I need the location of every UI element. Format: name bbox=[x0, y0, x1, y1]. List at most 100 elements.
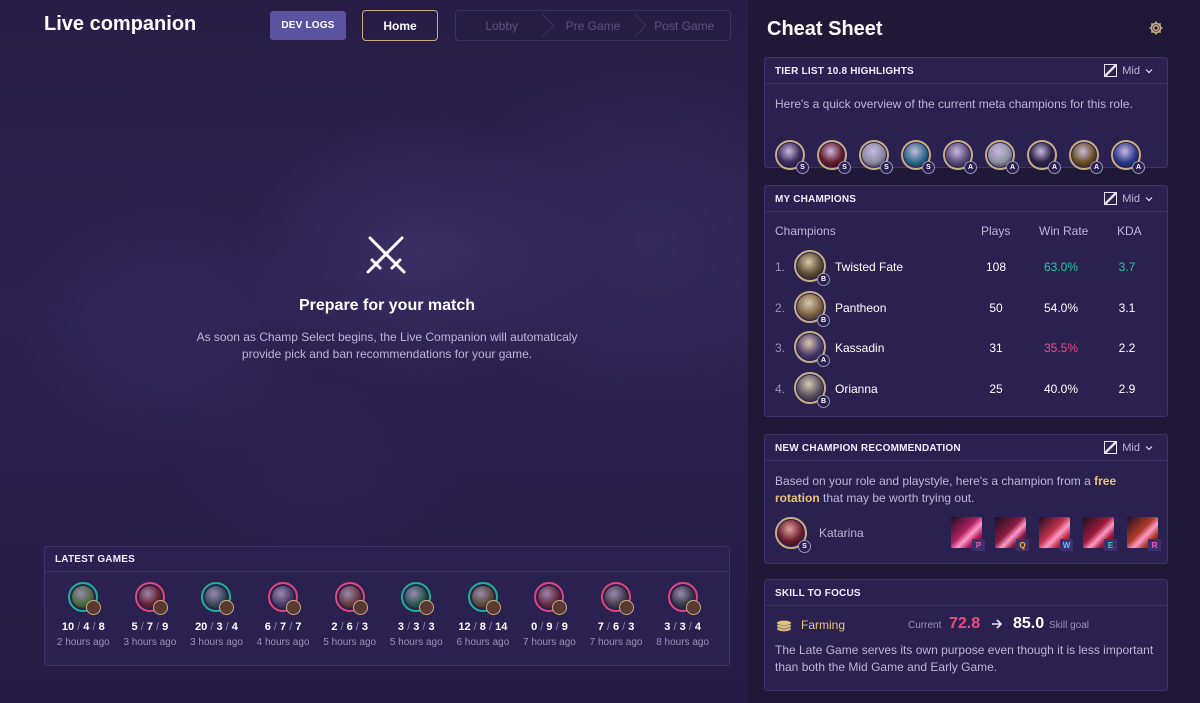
recommended-champion-avatar[interactable]: S bbox=[775, 517, 811, 553]
focus-skill-name: Farming bbox=[801, 618, 846, 632]
ability-p-icon[interactable]: P bbox=[951, 517, 985, 551]
dev-logs-button[interactable]: DEV LOGS bbox=[270, 11, 346, 40]
tier-champion-avatar[interactable]: A bbox=[1111, 140, 1145, 174]
role-select[interactable]: Mid bbox=[1104, 192, 1153, 205]
game-kda: 12 / 8 / 14 bbox=[458, 621, 508, 633]
current-value: 72.8 bbox=[949, 615, 981, 632]
champion-name: Twisted Fate bbox=[835, 260, 904, 274]
game-time-ago: 8 hours ago bbox=[656, 637, 710, 648]
tier-badge: S bbox=[796, 161, 809, 174]
latest-games-panel: LATEST GAMES 10 / 4 / 8 2 hours ago 5 / 7 … bbox=[44, 546, 730, 666]
game-kda: 2 / 6 / 3 bbox=[331, 621, 369, 633]
tier-champion-avatar[interactable]: S bbox=[859, 140, 893, 174]
game-item[interactable]: 5 / 7 / 9 3 hours ago bbox=[117, 582, 184, 648]
champion-rank: 1. bbox=[775, 260, 786, 274]
champion-row[interactable]: 1. B Twisted Fate 108 63.0% 3.7 bbox=[765, 248, 1169, 286]
game-time-ago: 7 hours ago bbox=[589, 637, 643, 648]
champion-plays: 50 bbox=[989, 300, 1003, 315]
champion-win-rate: 63.0% bbox=[1043, 260, 1079, 274]
column-header-win-rate: Win Rate bbox=[1039, 224, 1089, 238]
champion-row[interactable]: 3. A Kassadin 31 35.5% 2.2 bbox=[765, 329, 1169, 367]
game-item[interactable]: 6 / 7 / 7 4 hours ago bbox=[250, 582, 317, 648]
prepare-title: Prepare for your match bbox=[298, 297, 476, 314]
chevron-down-icon bbox=[1145, 445, 1153, 450]
champion-kda: 3.7 bbox=[1118, 260, 1136, 274]
champion-rank: 2. bbox=[775, 300, 786, 315]
game-item[interactable]: 20 / 3 / 4 3 hours ago bbox=[183, 582, 250, 648]
tier-badge: A bbox=[964, 161, 977, 174]
champion-name: Orianna bbox=[835, 381, 878, 396]
champion-avatar bbox=[534, 582, 568, 615]
champion-avatar: B bbox=[794, 371, 830, 408]
game-time-ago: 6 hours ago bbox=[456, 637, 510, 648]
game-item[interactable]: 12 / 8 / 14 6 hours ago bbox=[450, 582, 517, 648]
live-companion-pane: Live companion DEV LOGS Home Lobby Pre G… bbox=[0, 0, 748, 703]
item-icon bbox=[152, 600, 168, 615]
gear-icon[interactable] bbox=[1148, 20, 1164, 36]
tier-champion-avatar[interactable]: S bbox=[817, 140, 851, 174]
game-item[interactable]: 10 / 4 / 8 2 hours ago bbox=[50, 582, 117, 648]
game-item[interactable]: 3 / 3 / 3 5 hours ago bbox=[383, 582, 450, 648]
tier-champion-avatar[interactable]: A bbox=[1069, 140, 1103, 174]
game-item[interactable]: 0 / 9 / 9 7 hours ago bbox=[516, 582, 583, 648]
cheat-sheet-pane: Cheat Sheet TIER LIST 10.8 HIGHLIGHTS Mi… bbox=[748, 0, 1200, 703]
game-item[interactable]: 3 / 3 / 4 8 hours ago bbox=[649, 582, 716, 648]
champion-row[interactable]: 2. B Pantheon 50 54.0% 3.1 bbox=[765, 289, 1169, 327]
ability-r-icon[interactable]: R bbox=[1127, 517, 1161, 551]
recommendation-card: NEW CHAMPION RECOMMENDATION Mid Based on… bbox=[764, 434, 1168, 564]
ability-e-icon[interactable]: E bbox=[1083, 517, 1117, 551]
game-time-ago: 3 hours ago bbox=[190, 637, 243, 648]
phase-post-game: Post Game bbox=[654, 18, 715, 33]
game-phase-steps: Lobby Pre Game Post Game bbox=[455, 10, 731, 41]
recommendation-title: NEW CHAMPION RECOMMENDATION bbox=[775, 443, 961, 454]
column-header-plays: Plays bbox=[981, 224, 1011, 238]
crossed-swords-icon bbox=[366, 236, 406, 274]
ability-q-icon[interactable]: Q bbox=[995, 517, 1029, 551]
home-button[interactable]: Home bbox=[362, 10, 438, 41]
game-item[interactable]: 7 / 6 / 3 7 hours ago bbox=[583, 582, 650, 648]
current-label: Current bbox=[908, 620, 942, 631]
skill-focus-card: SKILL TO FOCUS Farming Current 72.8 85.0… bbox=[764, 579, 1168, 691]
game-time-ago: 4 hours ago bbox=[256, 637, 310, 648]
item-icon bbox=[419, 600, 435, 615]
tier-champion-avatar[interactable]: S bbox=[775, 140, 809, 174]
champion-row[interactable]: 4. B Orianna 25 40.0% 2.9 bbox=[765, 370, 1169, 408]
ability-key: Q bbox=[1016, 539, 1029, 551]
tier-badge: B bbox=[817, 313, 830, 327]
item-icon bbox=[286, 600, 302, 615]
item-icon bbox=[219, 600, 235, 615]
game-kda: 20 / 3 / 4 bbox=[195, 621, 238, 633]
chevron-down-icon bbox=[1145, 196, 1153, 201]
champion-rank: 4. bbox=[775, 381, 786, 396]
tier-list-card: TIER LIST 10.8 HIGHLIGHTS Mid Here's a q… bbox=[764, 57, 1168, 174]
game-time-ago: 7 hours ago bbox=[523, 637, 576, 648]
tier-champion-avatar[interactable]: A bbox=[943, 140, 977, 174]
champion-kda: 2.2 bbox=[1118, 341, 1136, 355]
latest-games-list: 10 / 4 / 8 2 hours ago 5 / 7 / 9 3 hours ag… bbox=[45, 572, 729, 648]
game-item[interactable]: 2 / 6 / 3 5 hours ago bbox=[316, 582, 383, 648]
tier-badge: A bbox=[1048, 161, 1061, 174]
tier-champion-avatar[interactable]: A bbox=[1027, 140, 1061, 174]
tier-badge: S bbox=[922, 161, 935, 174]
champion-plays: 108 bbox=[985, 260, 1007, 274]
champion-abilities: P QWER bbox=[951, 517, 1161, 551]
champion-avatar bbox=[667, 582, 701, 615]
recommended-champion-name[interactable]: Katarina bbox=[819, 526, 864, 540]
item-icon bbox=[552, 600, 568, 615]
tier-list-champions: SSSSAAAAA bbox=[775, 140, 1145, 174]
role-select[interactable]: Mid bbox=[1104, 441, 1153, 454]
phase-lobby: Lobby bbox=[456, 11, 547, 40]
mid-role-icon bbox=[1104, 192, 1118, 205]
goal-value: 85.0 bbox=[1013, 615, 1045, 632]
game-time-ago: 5 hours ago bbox=[323, 637, 377, 648]
champion-plays: 31 bbox=[989, 341, 1003, 355]
role-select[interactable]: Mid bbox=[1104, 64, 1153, 77]
champion-avatar bbox=[467, 582, 501, 615]
tier-champion-avatar[interactable]: A bbox=[985, 140, 1019, 174]
tier-badge: A bbox=[1006, 161, 1019, 174]
tier-champion-avatar[interactable]: S bbox=[901, 140, 935, 174]
tier-list-description: Here's a quick overview of the current m… bbox=[775, 97, 1133, 111]
tier-badge: A bbox=[817, 354, 830, 367]
coins-icon bbox=[776, 620, 792, 632]
ability-w-icon[interactable]: W bbox=[1039, 517, 1073, 551]
